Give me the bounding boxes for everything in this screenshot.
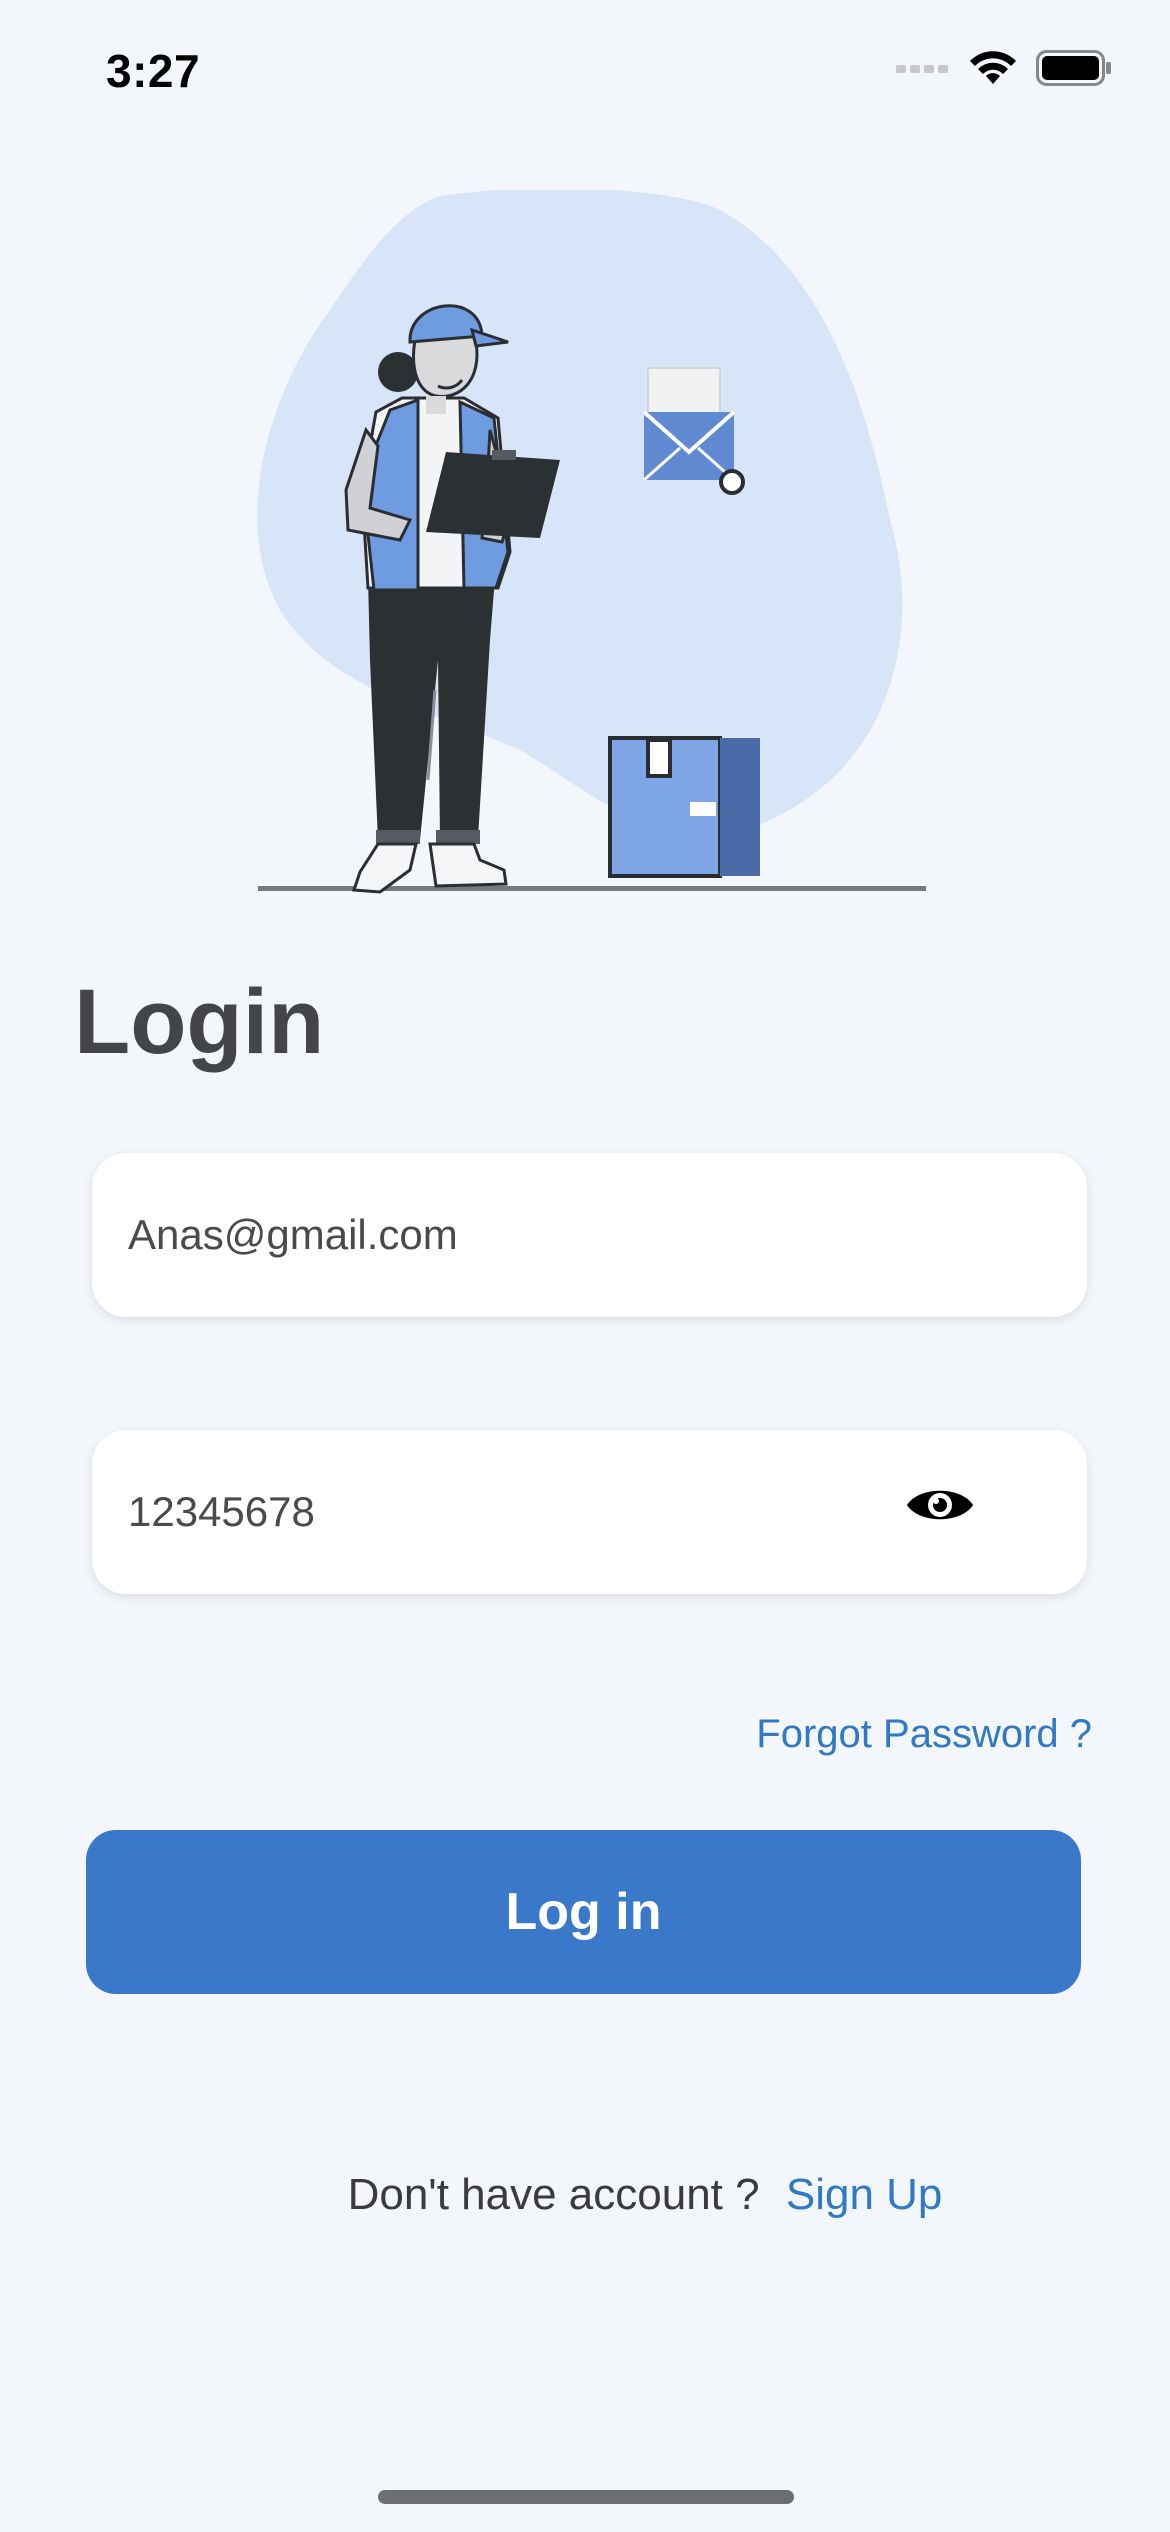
status-icons [896,50,1112,91]
eye-icon[interactable] [905,1480,975,1530]
home-indicator[interactable] [378,2490,794,2504]
hero-illustration [250,188,950,910]
password-field[interactable] [128,1430,928,1594]
password-field-container [92,1430,1087,1594]
signup-prompt: Don't have account ? [347,2170,760,2219]
page-title: Login [74,971,325,1073]
signup-link[interactable]: Sign Up [786,2170,943,2219]
wifi-icon [968,50,1018,91]
email-field-container [92,1153,1087,1317]
status-bar: 3:27 [0,0,1170,150]
status-time: 3:27 [106,45,201,97]
signal-icon [896,61,950,80]
battery-icon [1036,50,1112,91]
email-field[interactable] [128,1153,928,1317]
signup-row: Don't have account ? Sign Up [0,2170,1170,2220]
forgot-password-link[interactable]: Forgot Password ? [756,1712,1092,1757]
login-button[interactable]: Log in [86,1830,1081,1994]
